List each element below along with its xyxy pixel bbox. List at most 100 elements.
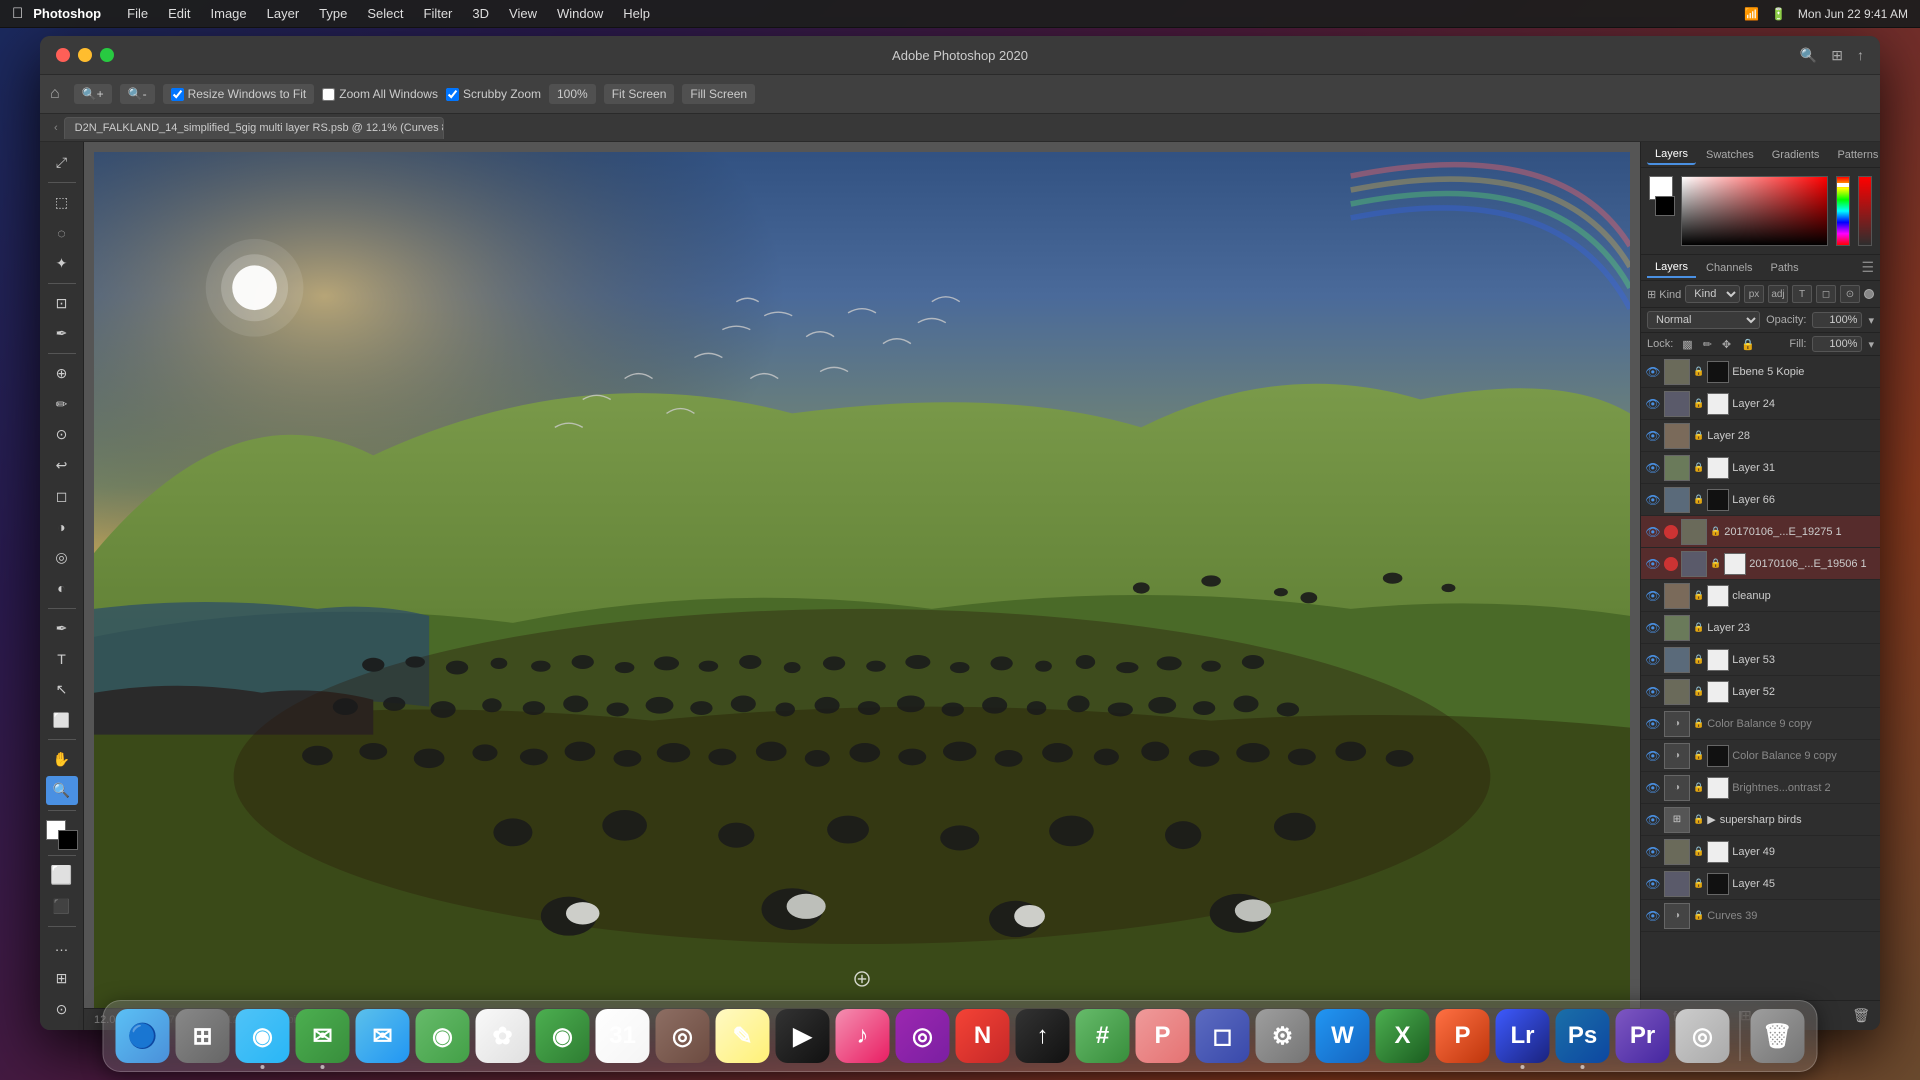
layer-visibility-btn[interactable]: 👁 [1645,716,1661,732]
layer-visibility-btn[interactable]: 👁 [1645,908,1661,924]
resize-checkbox[interactable] [171,88,184,101]
layer-item[interactable]: 👁◑🔒Color Balance 9 copy [1641,740,1880,772]
layer-visibility-btn[interactable]: 👁 [1645,492,1661,508]
layer-visibility-btn[interactable]: 👁 [1645,748,1661,764]
scrubby-checkbox[interactable] [446,88,459,101]
tool-dodge[interactable]: ◐ [46,574,78,603]
filter-type[interactable]: T [1792,285,1812,303]
opacity-arrow[interactable]: ▾ [1868,314,1874,327]
dock-item-news[interactable]: N [956,1009,1010,1063]
fill-arrow[interactable]: ▾ [1868,338,1874,351]
menu-image[interactable]: Image [201,4,257,23]
dock-item-numbers[interactable]: # [1076,1009,1130,1063]
layer-item[interactable]: 👁🔒Layer 45 [1641,868,1880,900]
search-icon[interactable]: 🔍 [1800,47,1817,64]
dock-item-launchpad[interactable]: ⊞ [176,1009,230,1063]
dock-item-music[interactable]: ♪ [836,1009,890,1063]
tool-quickselect[interactable]: ✦ [46,249,78,278]
app-name[interactable]: Photoshop [33,6,101,21]
tool-healing[interactable]: ⊕ [46,359,78,388]
dock-item-photos[interactable]: ✿ [476,1009,530,1063]
tab-gradients[interactable]: Gradients [1764,146,1828,164]
layer-visibility-btn[interactable]: 👁 [1645,876,1661,892]
dock-item-word[interactable]: W [1316,1009,1370,1063]
menu-file[interactable]: File [117,4,158,23]
zoom-out-btn[interactable]: 🔍- [120,84,155,104]
filter-shape[interactable]: ◻ [1816,285,1836,303]
dock-item-squirrel[interactable]: ◎ [656,1009,710,1063]
tool-blur[interactable]: ◎ [46,543,78,572]
tool-screen-mode[interactable]: ⬛ [46,892,78,921]
menu-filter[interactable]: Filter [414,4,463,23]
hue-bar[interactable] [1836,176,1850,246]
tab-layers[interactable]: Layers [1647,258,1696,278]
dock-item-messages[interactable]: ✉ [296,1009,350,1063]
tab-patterns[interactable]: Patterns [1829,146,1880,164]
tool-shape[interactable]: ⬜ [46,706,78,735]
menu-window[interactable]: Window [547,4,613,23]
dock-item-excel[interactable]: X [1376,1009,1430,1063]
layer-visibility-btn[interactable]: 👁 [1645,620,1661,636]
dock-item-finder[interactable]: 🔵 [116,1009,170,1063]
tool-mask[interactable]: ⬜ [46,861,78,890]
background-swatch[interactable] [1655,196,1675,216]
dock-item-stocks[interactable]: ↑ [1016,1009,1070,1063]
dock-item-powerpoint[interactable]: P [1436,1009,1490,1063]
resize-windows-btn[interactable]: Resize Windows to Fit [163,84,315,104]
dock-item-photoshop[interactable]: Ps [1556,1009,1610,1063]
blend-mode-select[interactable]: Normal [1647,311,1760,329]
layer-item[interactable]: 👁🔒cleanup [1641,580,1880,612]
layer-visibility-btn[interactable]: 👁 [1645,428,1661,444]
layer-visibility-btn[interactable]: 👁 [1645,684,1661,700]
lock-all[interactable]: 🔒 [1738,337,1758,352]
filter-adj[interactable]: adj [1768,285,1788,303]
tab-swatches[interactable]: Swatches [1698,146,1762,164]
arrange-icon[interactable]: ⊞ [1831,47,1843,64]
tool-clone[interactable]: ⊙ [46,420,78,449]
share-icon[interactable]: ↑ [1857,47,1864,63]
fit-screen-btn[interactable]: Fit Screen [604,84,675,104]
layer-item[interactable]: 👁🔒Layer 53 [1641,644,1880,676]
lock-image[interactable]: ✏ [1700,337,1715,352]
tool-move[interactable]: ⤢ [46,148,78,177]
menu-3d[interactable]: 3D [462,4,499,23]
home-button[interactable]: ⌂ [50,85,60,103]
dock-item-calendar[interactable]: 31 [596,1009,650,1063]
layers-list[interactable]: 👁🔒Ebene 5 Kopie👁🔒Layer 24👁🔒Layer 28👁🔒Lay… [1641,356,1880,1000]
dock-item-facetime[interactable]: ◉ [536,1009,590,1063]
apple-menu[interactable]:  [12,5,23,22]
dock-item-premiere[interactable]: Pr [1616,1009,1670,1063]
tab-channels[interactable]: Channels [1698,259,1760,277]
minimize-button[interactable] [78,48,92,62]
layer-visibility-btn[interactable]: 👁 [1645,556,1661,572]
layer-item[interactable]: 👁🔒Layer 24 [1641,388,1880,420]
tool-eyedropper[interactable]: ✒ [46,319,78,348]
layer-item[interactable]: 👁🔒20170106_...E_19275 1 [1641,516,1880,548]
tool-lasso[interactable]: ◌ [46,218,78,247]
dock-item-mail[interactable]: ✉ [356,1009,410,1063]
layer-item[interactable]: 👁🔒Layer 49 [1641,836,1880,868]
layer-visibility-btn[interactable]: 👁 [1645,460,1661,476]
close-button[interactable] [56,48,70,62]
layer-visibility-btn[interactable]: 👁 [1645,844,1661,860]
color-gradient-picker[interactable] [1681,176,1828,246]
dock-item-maps[interactable]: ◉ [416,1009,470,1063]
menubar-battery[interactable]: 🔋 [1771,7,1786,21]
layer-item[interactable]: 👁🔒Layer 52 [1641,676,1880,708]
menu-layer[interactable]: Layer [257,4,310,23]
layer-item[interactable]: 👁🔒Layer 23 [1641,612,1880,644]
fill-value[interactable]: 100% [1812,336,1862,352]
tool-type[interactable]: T [46,644,78,673]
opacity-value[interactable]: 100% [1812,312,1862,328]
menu-select[interactable]: Select [357,4,413,23]
tool-eraser[interactable]: ◻ [46,482,78,511]
layer-visibility-btn[interactable]: 👁 [1645,364,1661,380]
layer-item[interactable]: 👁🔒Layer 31 [1641,452,1880,484]
layer-visibility-btn[interactable]: 👁 [1645,524,1661,540]
tab-arrow-left[interactable]: ‹ [48,122,64,134]
layer-visibility-btn[interactable]: 👁 [1645,396,1661,412]
layer-item[interactable]: 👁◑🔒Color Balance 9 copy [1641,708,1880,740]
layer-visibility-btn[interactable]: 👁 [1645,588,1661,604]
dock-item-pages[interactable]: P [1136,1009,1190,1063]
filter-pixel[interactable]: px [1744,285,1764,303]
